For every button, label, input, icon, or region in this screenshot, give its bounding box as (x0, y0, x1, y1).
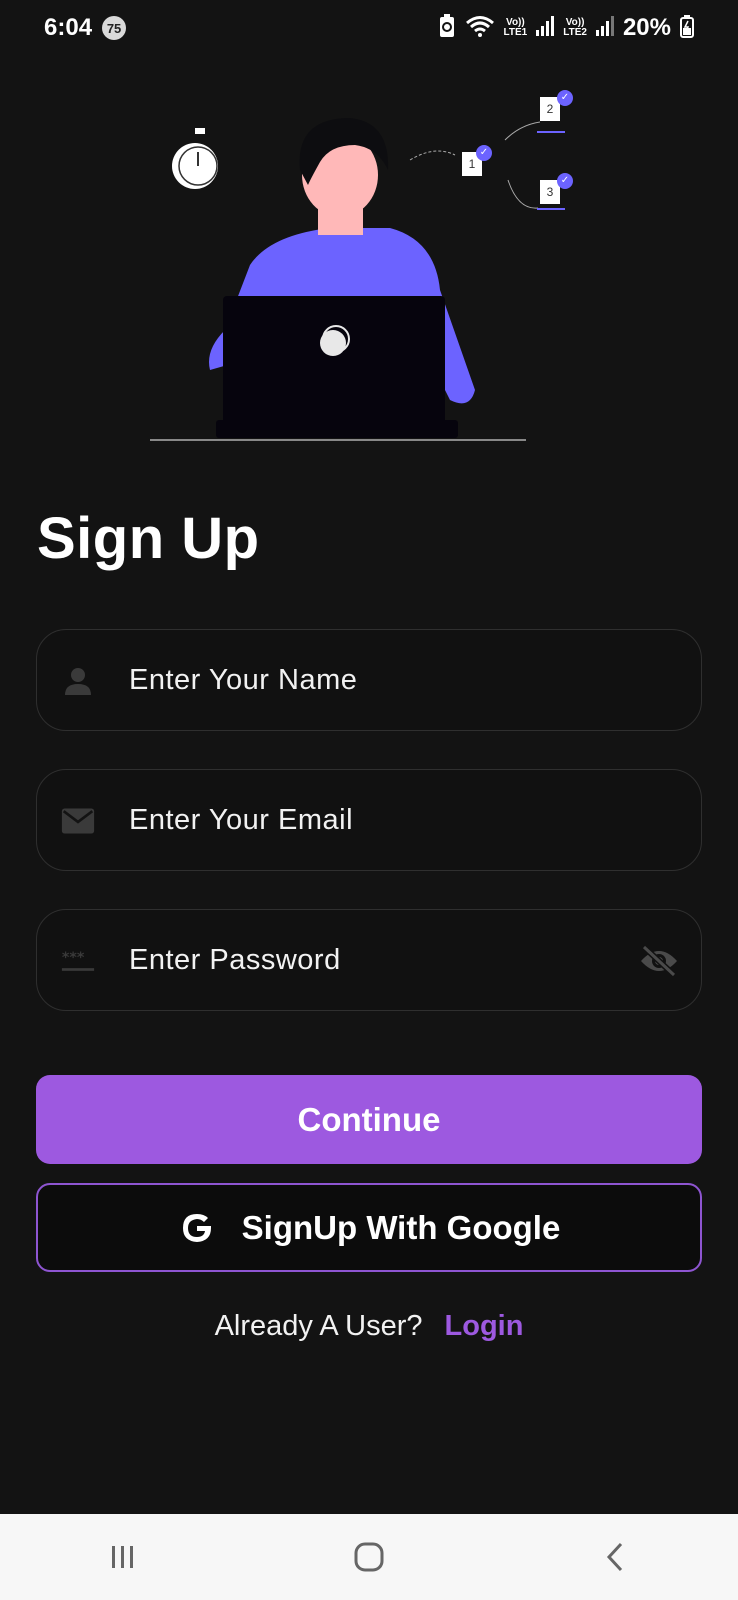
step-number-1: 1 (468, 157, 476, 171)
email-input[interactable] (129, 770, 629, 870)
wifi-icon (465, 15, 495, 42)
status-right: Vo)) LTE1 Vo)) LTE2 20% (438, 13, 694, 43)
continue-button[interactable]: Continue (36, 1075, 702, 1164)
step-number-3: 3 (546, 185, 554, 199)
step-number-2: 2 (546, 102, 554, 116)
google-signup-button[interactable]: SignUp With Google (36, 1183, 702, 1272)
check-badge-2: ✓ (557, 90, 573, 106)
home-icon[interactable] (339, 1527, 399, 1587)
status-left: 6:04 75 (44, 14, 127, 42)
email-field[interactable] (36, 769, 702, 871)
battery-saver-icon (438, 13, 456, 43)
login-prompt-text: Already A User? (214, 1310, 423, 1342)
notification-badge: 75 (102, 16, 127, 40)
recent-apps-icon[interactable] (93, 1527, 153, 1587)
battery-charging-icon (680, 14, 694, 43)
signal-1-icon (536, 15, 555, 41)
network-1: Vo)) LTE1 (504, 18, 528, 38)
check-badge-3: ✓ (557, 173, 573, 189)
network-2: Vo)) LTE2 (563, 18, 587, 38)
underline-2 (537, 131, 565, 133)
signup-illustration: 1 ✓ 2 ✓ 3 ✓ (150, 90, 573, 455)
eye-off-icon[interactable] (639, 943, 679, 979)
name-input[interactable] (129, 630, 629, 730)
signal-2-icon (595, 15, 614, 41)
password-icon: *** (61, 944, 95, 978)
system-nav-bar (0, 1514, 738, 1600)
laptop-base (216, 420, 458, 438)
battery-percent: 20% (622, 14, 671, 41)
svg-text:***: *** (62, 950, 85, 966)
name-field[interactable] (36, 629, 702, 731)
google-icon (178, 1209, 216, 1247)
login-prompt-row: Already A User? Login (0, 1310, 738, 1343)
network-2-bottom: LTE2 (563, 27, 587, 38)
check-badge-1: ✓ (476, 145, 492, 161)
password-input[interactable] (129, 910, 629, 1010)
laptop (223, 296, 445, 436)
stopwatch-icon (172, 128, 218, 189)
mail-icon (61, 804, 95, 838)
back-icon[interactable] (585, 1527, 645, 1587)
status-bar: 6:04 75 Vo)) LTE1 Vo)) LTE2 20% (0, 0, 738, 56)
person-icon (61, 664, 95, 698)
page-title: Sign Up (37, 506, 260, 571)
status-time: 6:04 (44, 14, 93, 41)
underline-3 (537, 208, 565, 210)
password-field[interactable]: *** (36, 909, 702, 1011)
google-signup-label: SignUp With Google (241, 1208, 561, 1246)
network-1-bottom: LTE1 (503, 27, 528, 38)
login-link[interactable]: Login (445, 1310, 524, 1343)
